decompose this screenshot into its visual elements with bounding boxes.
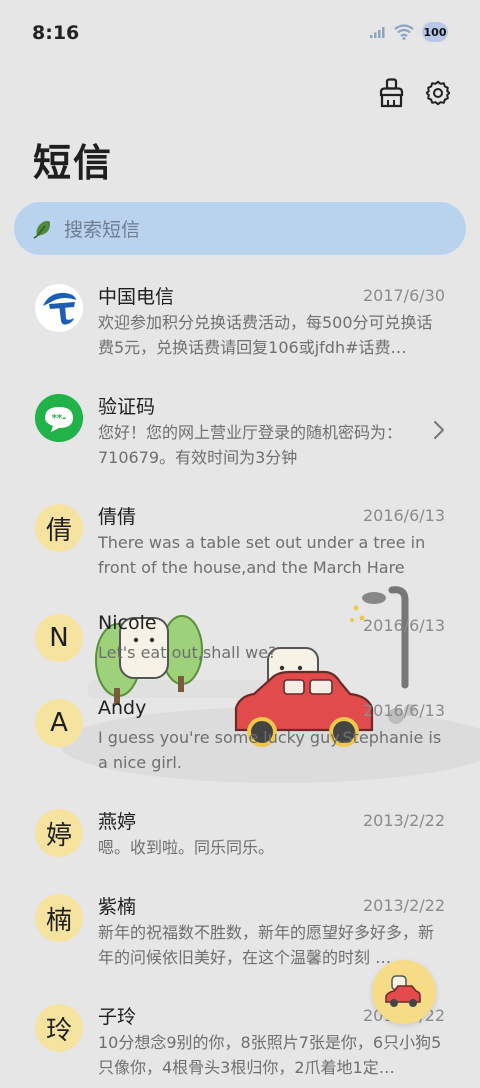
settings-button[interactable]	[424, 78, 452, 108]
message-preview: 嗯。收到啦。同乐同乐。	[98, 838, 275, 857]
search-input[interactable]: 搜索短信	[14, 202, 466, 255]
avatar: 楠	[35, 894, 83, 942]
avatar: 婷	[35, 809, 83, 857]
avatar: 玲	[35, 1004, 83, 1052]
avatar: **-	[35, 394, 83, 442]
car-compose-icon	[385, 975, 421, 1007]
list-item[interactable]: A Andy 2016/6/13 I guess you're some luc…	[0, 683, 480, 783]
contact-name: 子玲	[98, 1006, 137, 1028]
compose-button[interactable]	[372, 960, 436, 1024]
contact-name: Andy	[98, 697, 147, 719]
contact-name: 紫楠	[98, 896, 137, 918]
message-date: 2013/2/22	[362, 811, 445, 830]
message-date: 2016/6/13	[362, 506, 445, 525]
battery-icon: 100	[422, 22, 448, 42]
contact-name: Nicole	[98, 612, 157, 634]
clean-brush-button[interactable]	[378, 78, 406, 108]
message-date: 2016/6/13	[362, 616, 445, 635]
status-time: 8:16	[32, 22, 80, 44]
message-date: 2017/6/30	[362, 286, 445, 305]
contact-name: 验证码	[98, 396, 156, 418]
sms-bubble-icon: **-	[35, 394, 83, 442]
message-preview: I guess you're some lucky guy.Stephanie …	[98, 728, 442, 772]
wifi-icon	[394, 24, 414, 40]
message-preview: Let's eat out,shall we?	[98, 643, 277, 662]
top-actions	[378, 78, 452, 108]
avatar: 倩	[35, 504, 83, 552]
status-icons: 100	[370, 22, 448, 42]
contact-name: 倩倩	[98, 506, 137, 528]
message-date: 2016/6/13	[362, 701, 445, 720]
avatar	[35, 284, 83, 332]
search-placeholder: 搜索短信	[64, 219, 141, 241]
leaf-search-icon	[33, 220, 51, 239]
message-preview: 10分想念9别的你，8张照片7张是你，6只小狗5只像你，4根骨头3根归你，2爪着…	[98, 1033, 442, 1077]
contact-name: 燕婷	[98, 811, 137, 833]
list-item[interactable]: 中国电信 2017/6/30 欢迎参加积分兑换话费活动，每500分可兑换话费5元…	[0, 268, 480, 368]
message-preview: 欢迎参加积分兑换话费活动，每500分可兑换话费5元，兑换话费请回复106或jfd…	[98, 313, 433, 357]
avatar: N	[35, 614, 83, 662]
avatar: A	[35, 699, 83, 747]
china-telecom-logo-icon	[36, 285, 82, 331]
gear-icon	[425, 80, 451, 106]
message-preview: There was a table set out under a tree i…	[98, 533, 426, 577]
message-date: 2013/2/22	[362, 896, 445, 915]
svg-text:**-: **-	[52, 413, 67, 424]
chevron-right-icon[interactable]	[432, 420, 446, 440]
brush-icon	[379, 78, 404, 108]
list-item[interactable]: 倩 倩倩 2016/6/13 There was a table set out…	[0, 488, 480, 588]
signal-icon	[370, 27, 385, 38]
contact-name: 中国电信	[98, 286, 175, 308]
page-title: 短信	[33, 141, 114, 185]
list-item[interactable]: **- 验证码 您好！您的网上营业厅登录的随机密码为：710679。有效时间为3…	[0, 378, 480, 478]
message-preview: 您好！您的网上营业厅登录的随机密码为：710679。有效时间为3分钟	[98, 423, 403, 467]
status-bar: 8:16 100	[0, 0, 480, 68]
